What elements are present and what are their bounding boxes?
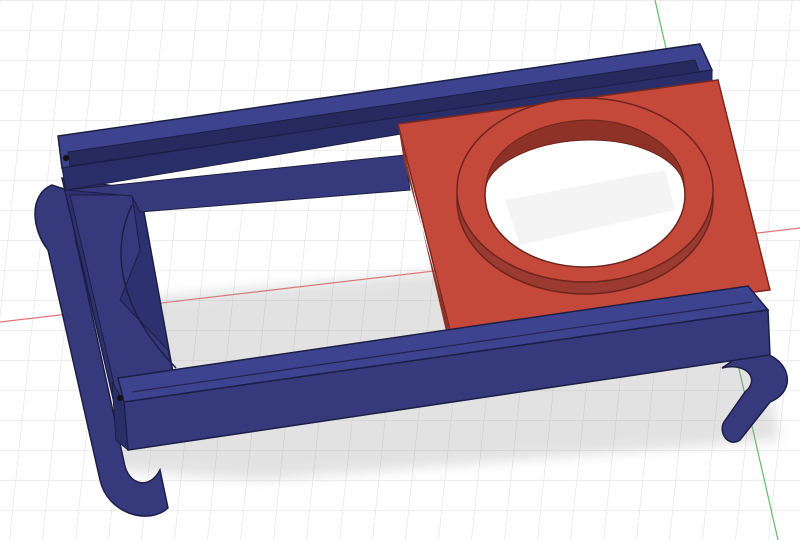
screw-hole-top-icon bbox=[63, 155, 69, 161]
cad-scene[interactable] bbox=[0, 0, 800, 540]
3d-viewport[interactable] bbox=[0, 0, 800, 540]
screw-hole-bottom-icon bbox=[117, 395, 123, 401]
